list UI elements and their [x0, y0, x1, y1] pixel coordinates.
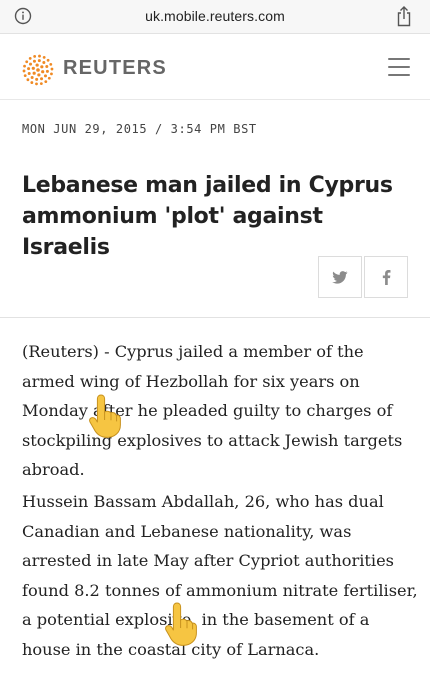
- facebook-share-button[interactable]: [364, 256, 408, 298]
- content-divider: [0, 317, 430, 318]
- site-header: REUTERS: [0, 34, 430, 100]
- url-text[interactable]: uk.mobile.reuters.com: [0, 8, 430, 24]
- article-headline: Lebanese man jailed in Cyprus ammonium '…: [22, 173, 393, 260]
- article-paragraph: (Reuters) - Cyprus jailed a member of th…: [22, 342, 403, 479]
- share-icon[interactable]: [396, 5, 412, 27]
- browser-url-bar: uk.mobile.reuters.com: [0, 0, 430, 34]
- brand-wordmark[interactable]: REUTERS: [63, 57, 167, 80]
- share-buttons: [316, 256, 408, 298]
- twitter-share-button[interactable]: [318, 256, 362, 298]
- facebook-icon: [382, 269, 390, 285]
- pointing-hand-icon: [165, 602, 197, 646]
- pointing-hand-icon: [89, 394, 121, 438]
- twitter-icon: [332, 270, 348, 284]
- article-paragraph: Hussein Bassam Abdallah, 26, who has dua…: [22, 492, 418, 659]
- reuters-logo-icon[interactable]: [20, 52, 56, 88]
- hamburger-menu-icon[interactable]: [388, 58, 410, 78]
- article-dateline: MON JUN 29, 2015 / 3:54 PM BST: [22, 122, 257, 136]
